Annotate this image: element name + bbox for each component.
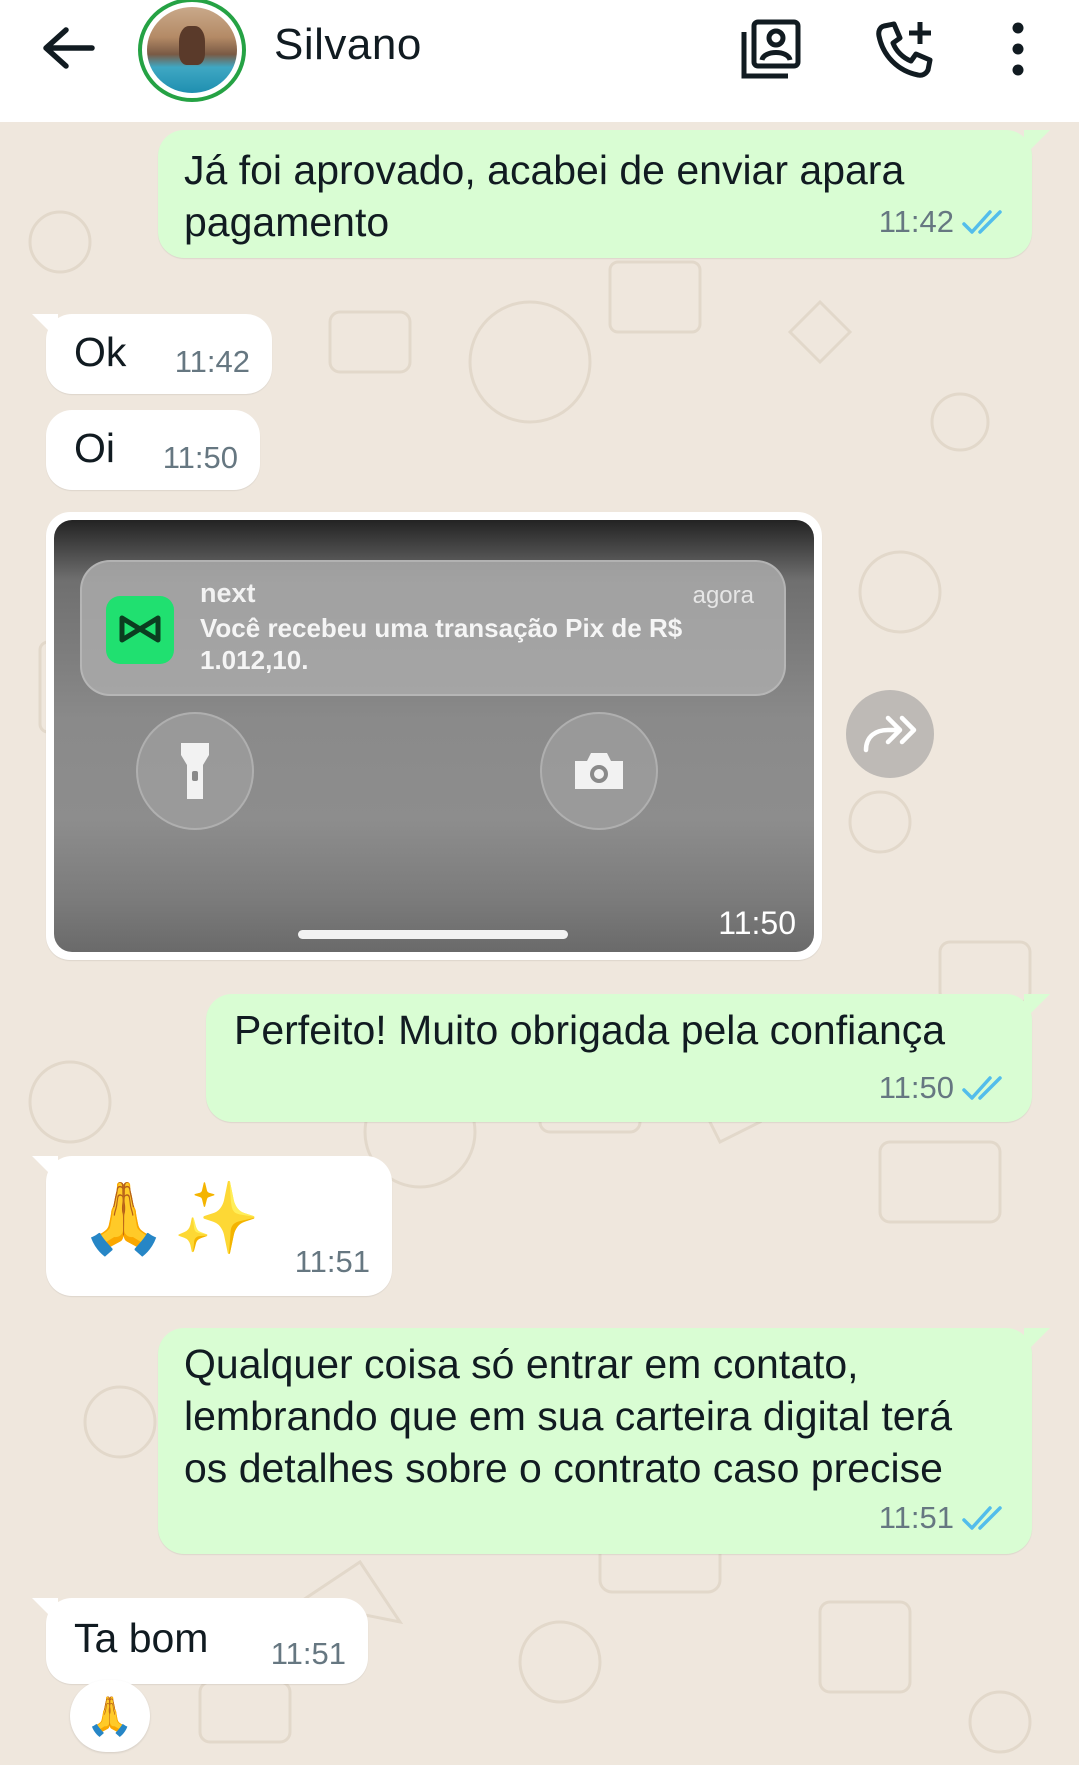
message-time: 11:42 — [174, 344, 250, 379]
message-bubble-outgoing[interactable]: Já foi aprovado, acabei de enviar apara … — [158, 130, 1032, 258]
message-bubble-outgoing[interactable]: Perfeito! Muito obrigada pela confiança … — [206, 994, 1032, 1122]
bubble-tail — [32, 1156, 58, 1182]
next-app-icon — [106, 596, 174, 664]
emoji-message: 🙏✨ — [80, 1177, 267, 1259]
read-ticks-icon — [962, 1506, 1002, 1530]
message-time: 11:50 — [162, 440, 238, 475]
notification-card: next agora Você recebeu uma transação Pi… — [80, 560, 786, 696]
chat-area[interactable]: Já foi aprovado, acabei de enviar apara … — [0, 122, 1079, 1765]
avatar-photo — [147, 7, 237, 93]
avatar[interactable] — [138, 0, 246, 102]
message-text: Qualquer coisa só entrar em contato, lem… — [184, 1341, 953, 1491]
read-ticks-icon — [962, 1076, 1002, 1100]
message-meta: 11:42 — [879, 196, 1008, 248]
message-time: 11:51 — [294, 1244, 370, 1279]
notification-app-name: next — [200, 578, 256, 608]
message-text: Perfeito! Muito obrigada pela confiança — [234, 1007, 946, 1053]
message-text: Já foi aprovado, acabei de enviar apara … — [184, 147, 905, 245]
message-time: 11:51 — [878, 1500, 954, 1535]
message-text: Ta bom — [74, 1615, 209, 1661]
message-meta: 11:50 — [163, 432, 238, 484]
message-meta: 11:51 — [295, 1236, 370, 1288]
message-meta: 11:51 — [271, 1628, 346, 1680]
back-arrow-icon[interactable] — [36, 22, 98, 74]
message-meta: 11:50 — [879, 1062, 1008, 1114]
reaction-badge[interactable]: 🙏 — [70, 1680, 150, 1752]
bubble-tail — [32, 1598, 58, 1624]
message-text: Oi — [74, 425, 115, 471]
forward-icon[interactable] — [846, 690, 934, 778]
message-text: Ok — [74, 329, 127, 375]
bubble-tail — [1024, 1328, 1050, 1354]
image-screenshot[interactable]: next agora Você recebeu uma transação Pi… — [54, 520, 814, 952]
message-bubble-incoming[interactable]: Oi 11:50 — [46, 410, 260, 490]
notification-body: Você recebeu uma transação Pix de R$ 1.0… — [200, 613, 683, 675]
flashlight-icon — [136, 712, 254, 830]
message-bubble-incoming[interactable]: 🙏✨ 11:51 — [46, 1156, 392, 1296]
message-time: 11:51 — [270, 1636, 346, 1671]
read-ticks-icon — [962, 210, 1002, 234]
message-time: 11:50 — [718, 905, 796, 941]
message-bubble-incoming[interactable]: Ta bom 11:51 — [46, 1598, 368, 1684]
gallery-icon[interactable] — [740, 18, 802, 80]
message-bubble-incoming[interactable]: Ok 11:42 — [46, 314, 272, 394]
message-meta: 11:51 — [879, 1492, 1008, 1544]
contact-name[interactable]: Silvano — [274, 20, 422, 70]
bubble-tail — [1024, 130, 1050, 156]
add-call-icon[interactable] — [874, 18, 936, 80]
more-vert-icon[interactable] — [1000, 18, 1036, 80]
chat-header: Silvano — [0, 0, 1079, 122]
bubble-tail — [1024, 994, 1050, 1020]
home-indicator — [298, 930, 568, 939]
notification-time: agora — [692, 582, 754, 609]
bubble-tail — [32, 314, 58, 340]
message-time: 11:42 — [878, 204, 954, 239]
message-time: 11:50 — [878, 1070, 954, 1105]
camera-icon — [540, 712, 658, 830]
image-message[interactable]: next agora Você recebeu uma transação Pi… — [46, 512, 822, 960]
message-meta: 11:42 — [175, 336, 250, 388]
message-bubble-outgoing[interactable]: Qualquer coisa só entrar em contato, lem… — [158, 1328, 1032, 1554]
